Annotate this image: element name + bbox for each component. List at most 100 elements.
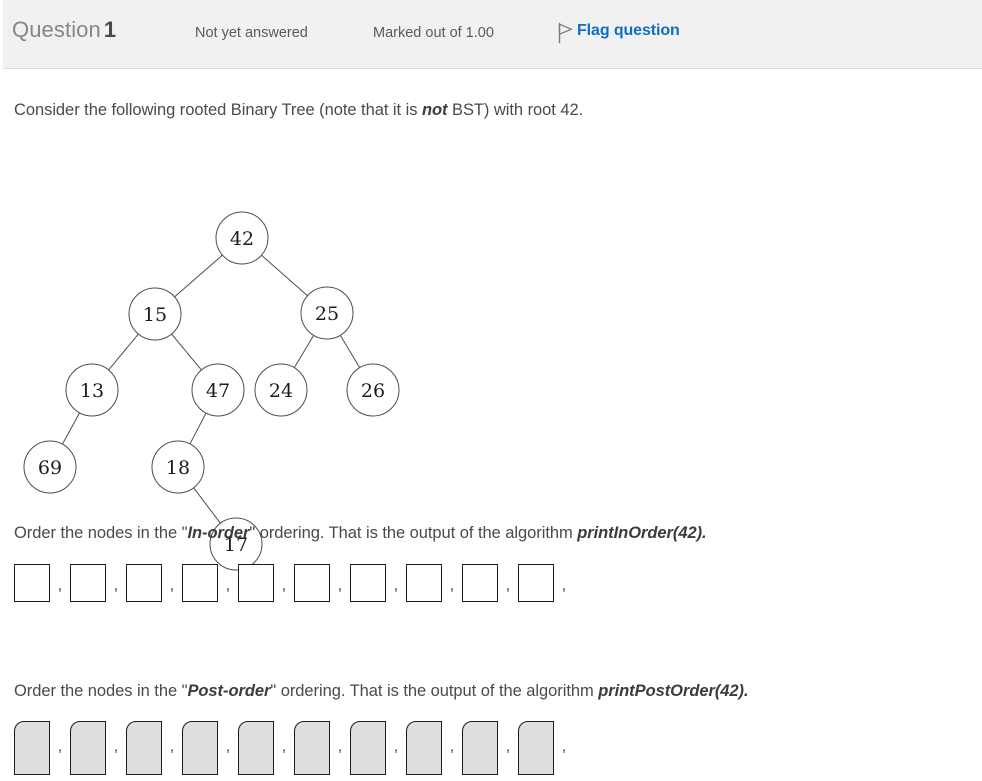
question-title: Question 1 [12, 17, 116, 43]
tree-edge [171, 333, 202, 371]
postorder-prompt-emphasis: Post-order [187, 682, 271, 700]
postorder-answer-row: ,,,,,,,,,, [14, 721, 574, 775]
inorder-answer-input-3[interactable] [126, 564, 162, 602]
answer-separator: , [225, 738, 231, 755]
tree-edge [293, 335, 315, 368]
inorder-answer-input-10[interactable] [518, 564, 554, 602]
answer-separator: , [449, 577, 455, 594]
tree-edge [339, 335, 361, 368]
answer-separator: , [225, 577, 231, 594]
inorder-answer-cell: , [238, 564, 294, 602]
answer-separator: , [169, 738, 175, 755]
inorder-answer-cell: , [70, 564, 126, 602]
tree-edge [108, 333, 139, 371]
postorder-answer-input-9[interactable] [462, 721, 498, 775]
inorder-prompt-mid: " ordering. That is the output of the al… [249, 524, 578, 542]
question-header: Question 1 Not yet answered Marked out of… [3, 0, 982, 69]
postorder-answer-cell: , [70, 721, 126, 775]
flag-question-button[interactable]: Flag question [556, 20, 680, 44]
postorder-answer-cell: , [350, 721, 406, 775]
tree-node-label: 42 [230, 228, 254, 250]
answer-separator: , [57, 577, 63, 594]
tree-node-label: 69 [38, 457, 62, 479]
answer-separator: , [449, 738, 455, 755]
inorder-answer-cell: , [406, 564, 462, 602]
answer-separator: , [281, 577, 287, 594]
tree-node: 69 [23, 440, 77, 494]
tree-edge [261, 254, 308, 297]
inorder-prompt-algorithm: printInOrder(42). [577, 524, 707, 542]
inorder-answer-input-4[interactable] [182, 564, 218, 602]
postorder-answer-cell: , [238, 721, 294, 775]
tree-node-label: 18 [166, 457, 190, 479]
inorder-answer-input-8[interactable] [406, 564, 442, 602]
question-label: Question [12, 17, 101, 42]
inorder-answer-cell: , [350, 564, 406, 602]
tree-node: 25 [300, 286, 354, 340]
answer-separator: , [561, 738, 567, 755]
postorder-answer-cell: , [294, 721, 350, 775]
postorder-answer-input-8[interactable] [406, 721, 442, 775]
answer-separator: , [113, 738, 119, 755]
inorder-answer-input-2[interactable] [70, 564, 106, 602]
tree-node-label: 24 [269, 380, 293, 402]
answer-separator: , [393, 577, 399, 594]
postorder-answer-input-1[interactable] [14, 721, 50, 775]
postorder-answer-input-5[interactable] [238, 721, 274, 775]
intro-prompt: Consider the following rooted Binary Tre… [14, 101, 583, 120]
intro-prompt-post: BST) with root 42. [447, 101, 584, 119]
postorder-prompt-mid: " ordering. That is the output of the al… [270, 682, 599, 700]
postorder-answer-input-6[interactable] [294, 721, 330, 775]
postorder-answer-input-7[interactable] [350, 721, 386, 775]
flag-icon [556, 22, 574, 44]
inorder-answer-cell: , [126, 564, 182, 602]
postorder-prompt-algorithm: printPostOrder(42). [598, 682, 749, 700]
binary-tree-diagram: 42 15 25 13 47 24 26 69 18 17 [0, 135, 430, 571]
answer-separator: , [337, 577, 343, 594]
intro-prompt-pre: Consider the following rooted Binary Tre… [14, 101, 422, 119]
answer-separator: , [561, 577, 567, 594]
inorder-answer-cell: , [462, 564, 518, 602]
question-marks: Marked out of 1.00 [373, 25, 494, 41]
binary-tree-svg: 4215 2513 47 24 2669 1817 [23, 211, 400, 571]
postorder-answer-input-2[interactable] [70, 721, 106, 775]
tree-node-label: 26 [361, 380, 385, 402]
postorder-answer-cell: , [462, 721, 518, 775]
postorder-answer-cell: , [182, 721, 238, 775]
answer-separator: , [505, 577, 511, 594]
postorder-answer-input-10[interactable] [518, 721, 554, 775]
postorder-answer-input-3[interactable] [126, 721, 162, 775]
inorder-answer-input-7[interactable] [350, 564, 386, 602]
postorder-answer-cell: , [14, 721, 70, 775]
postorder-answer-cell: , [126, 721, 182, 775]
flag-question-label: Flag question [577, 22, 680, 39]
tree-node-label: 47 [206, 380, 230, 402]
answer-separator: , [505, 738, 511, 755]
tree-node: 42 [215, 211, 269, 265]
tree-node-label: 13 [80, 380, 104, 402]
inorder-answer-input-9[interactable] [462, 564, 498, 602]
inorder-prompt-emphasis: In-order [187, 524, 250, 542]
inorder-answer-input-1[interactable] [14, 564, 50, 602]
tree-node: 15 [128, 287, 182, 341]
tree-node: 24 [254, 363, 308, 417]
inorder-answer-cell: , [182, 564, 238, 602]
inorder-answer-input-5[interactable] [238, 564, 274, 602]
inorder-answer-row: ,,,,,,,,,, [14, 564, 574, 602]
question-number: 1 [103, 17, 117, 42]
tree-edge [193, 487, 221, 524]
postorder-answer-cell: , [518, 721, 574, 775]
answer-separator: , [113, 577, 119, 594]
tree-node: 18 [151, 440, 205, 494]
postorder-answer-input-4[interactable] [182, 721, 218, 775]
inorder-answer-input-6[interactable] [294, 564, 330, 602]
inorder-answer-cell: , [14, 564, 70, 602]
question-state: Not yet answered [195, 25, 308, 41]
inorder-prompt-pre: Order the nodes in the " [14, 524, 188, 542]
question-body: Consider the following rooted Binary Tre… [0, 69, 982, 781]
answer-separator: , [281, 738, 287, 755]
tree-node: 47 [191, 363, 245, 417]
inorder-answer-cell: , [294, 564, 350, 602]
tree-node: 26 [346, 363, 400, 417]
answer-separator: , [393, 738, 399, 755]
